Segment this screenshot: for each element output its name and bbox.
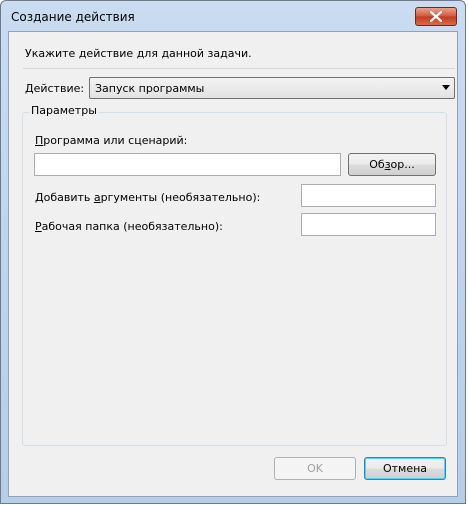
arguments-label: Добавить аргументы (необязательно): [35, 191, 261, 204]
window-title: Создание действия [11, 10, 135, 24]
browse-button[interactable]: Обзор... [348, 153, 436, 176]
program-label: Программа или сценарий: [35, 134, 188, 147]
program-input[interactable] [34, 153, 341, 176]
workdir-label: Рабочая папка (необязательно): [35, 220, 223, 233]
dialog-window: Создание действия Укажите действие для д… [0, 0, 466, 504]
close-button[interactable] [415, 7, 457, 26]
ok-button[interactable]: OK [274, 457, 356, 480]
arguments-input[interactable] [301, 184, 436, 207]
instruction-text: Укажите действие для данной задачи. [25, 47, 252, 60]
close-icon [430, 11, 442, 22]
action-dropdown-value: Запуск программы [95, 82, 205, 95]
dialog-body: Укажите действие для данной задачи. Дейс… [8, 31, 458, 497]
chevron-down-icon [442, 85, 450, 90]
title-bar[interactable]: Создание действия [1, 1, 465, 31]
parameters-group-title: Параметры [29, 104, 99, 117]
action-label: Действие: [25, 82, 85, 95]
separator [23, 68, 455, 69]
workdir-input[interactable] [301, 213, 436, 236]
cancel-button[interactable]: Отмена [364, 457, 446, 480]
action-dropdown[interactable]: Запуск программы [89, 77, 455, 99]
